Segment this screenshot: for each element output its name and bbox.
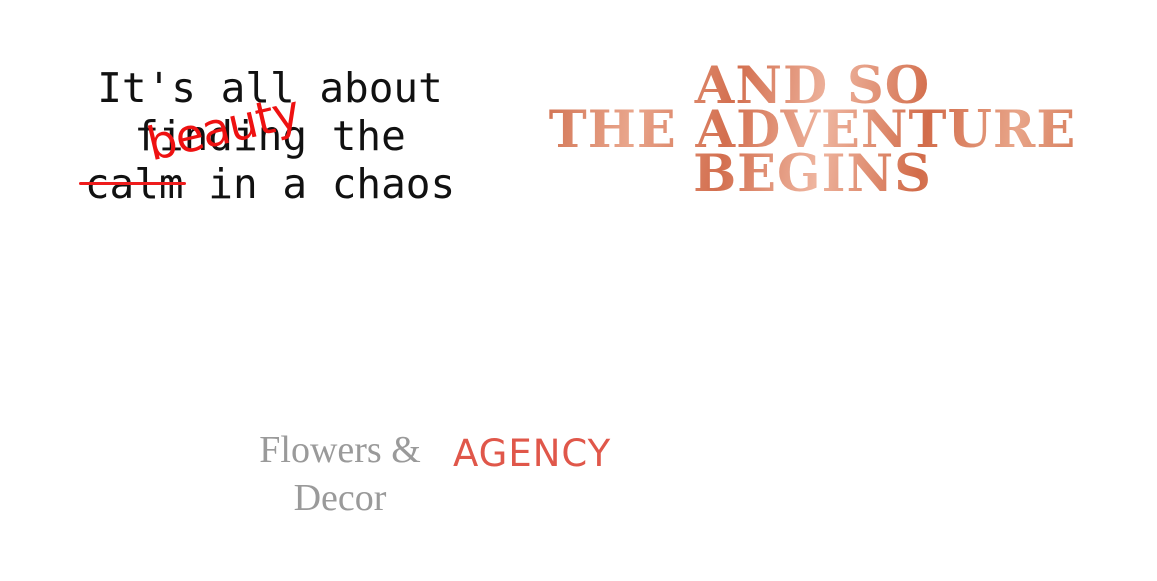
adventure-headline: AND SO THE ADVENTURE BEGINS bbox=[540, 64, 1085, 196]
quote-line-3-rest: in a chaos bbox=[183, 160, 456, 208]
brand-line-2: Decor bbox=[293, 477, 387, 519]
agency-logo: AGENCY bbox=[453, 432, 612, 475]
flowers-decor-logo: Flowers & Decor bbox=[250, 426, 430, 522]
brand-line-1: Flowers & bbox=[259, 429, 421, 471]
quote-line-3: calm in a chaos bbox=[60, 160, 480, 208]
